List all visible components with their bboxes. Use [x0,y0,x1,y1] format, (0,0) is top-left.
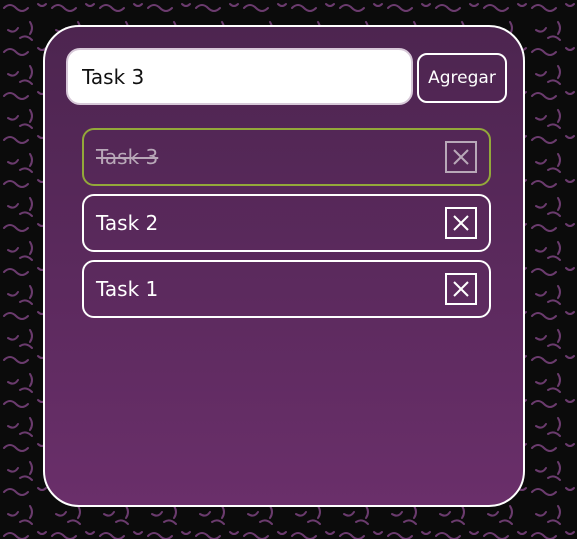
task-list: Task 3 Task 2 Task 1 [82,128,491,326]
add-task-button[interactable]: Agregar [417,53,507,103]
task-label: Task 3 [96,145,159,169]
close-icon [453,149,469,165]
task-item[interactable]: Task 3 [82,128,491,186]
task-item[interactable]: Task 2 [82,194,491,252]
task-item[interactable]: Task 1 [82,260,491,318]
close-icon [453,215,469,231]
task-label: Task 2 [96,211,159,235]
close-icon [453,281,469,297]
delete-task-button[interactable] [445,141,477,173]
delete-task-button[interactable] [445,207,477,239]
todo-card: Agregar Task 3 Task 2 Task 1 [43,25,525,507]
delete-task-button[interactable] [445,273,477,305]
task-input[interactable] [66,48,413,105]
task-label: Task 1 [96,277,159,301]
